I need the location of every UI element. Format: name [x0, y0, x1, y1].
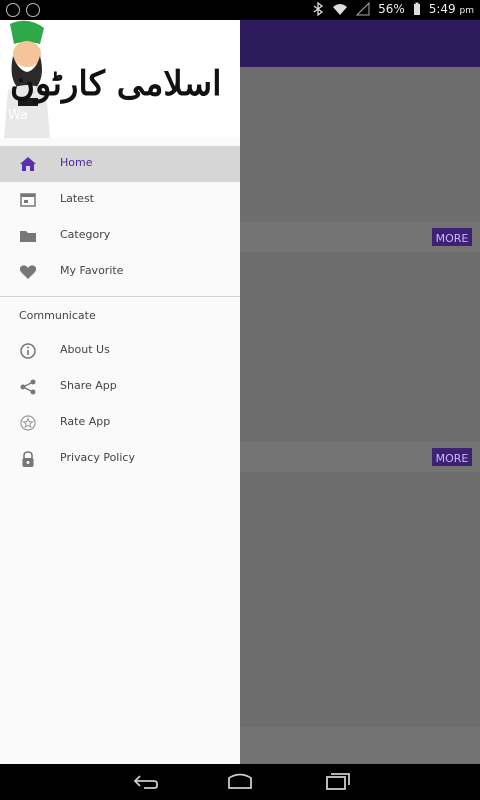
menu-label-share: Share App	[60, 379, 117, 392]
lock-icon	[22, 451, 34, 467]
home-icon	[20, 157, 36, 171]
more-button-1[interactable]: MORE	[432, 228, 472, 246]
menu-label-home: Home	[60, 156, 93, 169]
navigation-drawer: اسلامی کارٹون Wa Home Latest Category My…	[0, 20, 240, 764]
menu-label-rate: Rate App	[60, 415, 111, 428]
menu-item-latest[interactable]: Latest	[0, 182, 240, 218]
latest-icon	[20, 193, 36, 207]
battery-percent: 56%	[378, 2, 405, 16]
info-icon	[20, 343, 36, 359]
menu-label-category: Category	[60, 228, 111, 241]
heart-icon	[19, 265, 37, 279]
communicate-heading: Communicate	[0, 297, 240, 333]
battery-icon	[413, 2, 420, 15]
wifi-icon	[333, 4, 348, 15]
system-navigation-bar	[0, 764, 480, 800]
menu-item-home[interactable]: Home	[0, 146, 240, 182]
back-icon[interactable]	[130, 770, 160, 792]
menu-item-privacy[interactable]: Privacy Policy	[0, 441, 240, 477]
drawer-header: اسلامی کارٹون Wa	[0, 20, 240, 138]
clock-ampm: pm	[459, 6, 474, 16]
recent-apps-icon[interactable]	[322, 770, 352, 792]
menu-label-about: About Us	[60, 343, 110, 356]
signal-icon	[356, 2, 370, 16]
app-logo-title: اسلامی کارٹون	[10, 64, 222, 104]
menu-item-about[interactable]: About Us	[0, 333, 240, 369]
menu-item-share[interactable]: Share App	[0, 369, 240, 405]
status-bar: 56% 5:49 pm	[0, 0, 480, 20]
menu-item-category[interactable]: Category	[0, 218, 240, 254]
whatsapp-icon	[26, 3, 40, 17]
notification-icon	[6, 3, 20, 17]
menu-item-rate[interactable]: Rate App	[0, 405, 240, 441]
menu-label-favorite: My Favorite	[60, 264, 124, 277]
menu-label-privacy: Privacy Policy	[60, 451, 135, 464]
folder-icon	[20, 231, 36, 242]
bluetooth-icon	[313, 2, 324, 16]
star-icon	[20, 415, 36, 431]
header-subtitle: Wa	[8, 108, 28, 123]
clock: 5:49 pm	[429, 2, 474, 16]
menu-label-latest: Latest	[60, 192, 94, 205]
menu-item-favorite[interactable]: My Favorite	[0, 254, 240, 290]
home-nav-icon[interactable]	[225, 770, 255, 792]
communicate-heading-label: Communicate	[19, 309, 96, 322]
share-icon	[20, 379, 36, 395]
clock-time: 5:49	[428, 2, 456, 16]
more-button-2[interactable]: MORE	[432, 448, 472, 466]
